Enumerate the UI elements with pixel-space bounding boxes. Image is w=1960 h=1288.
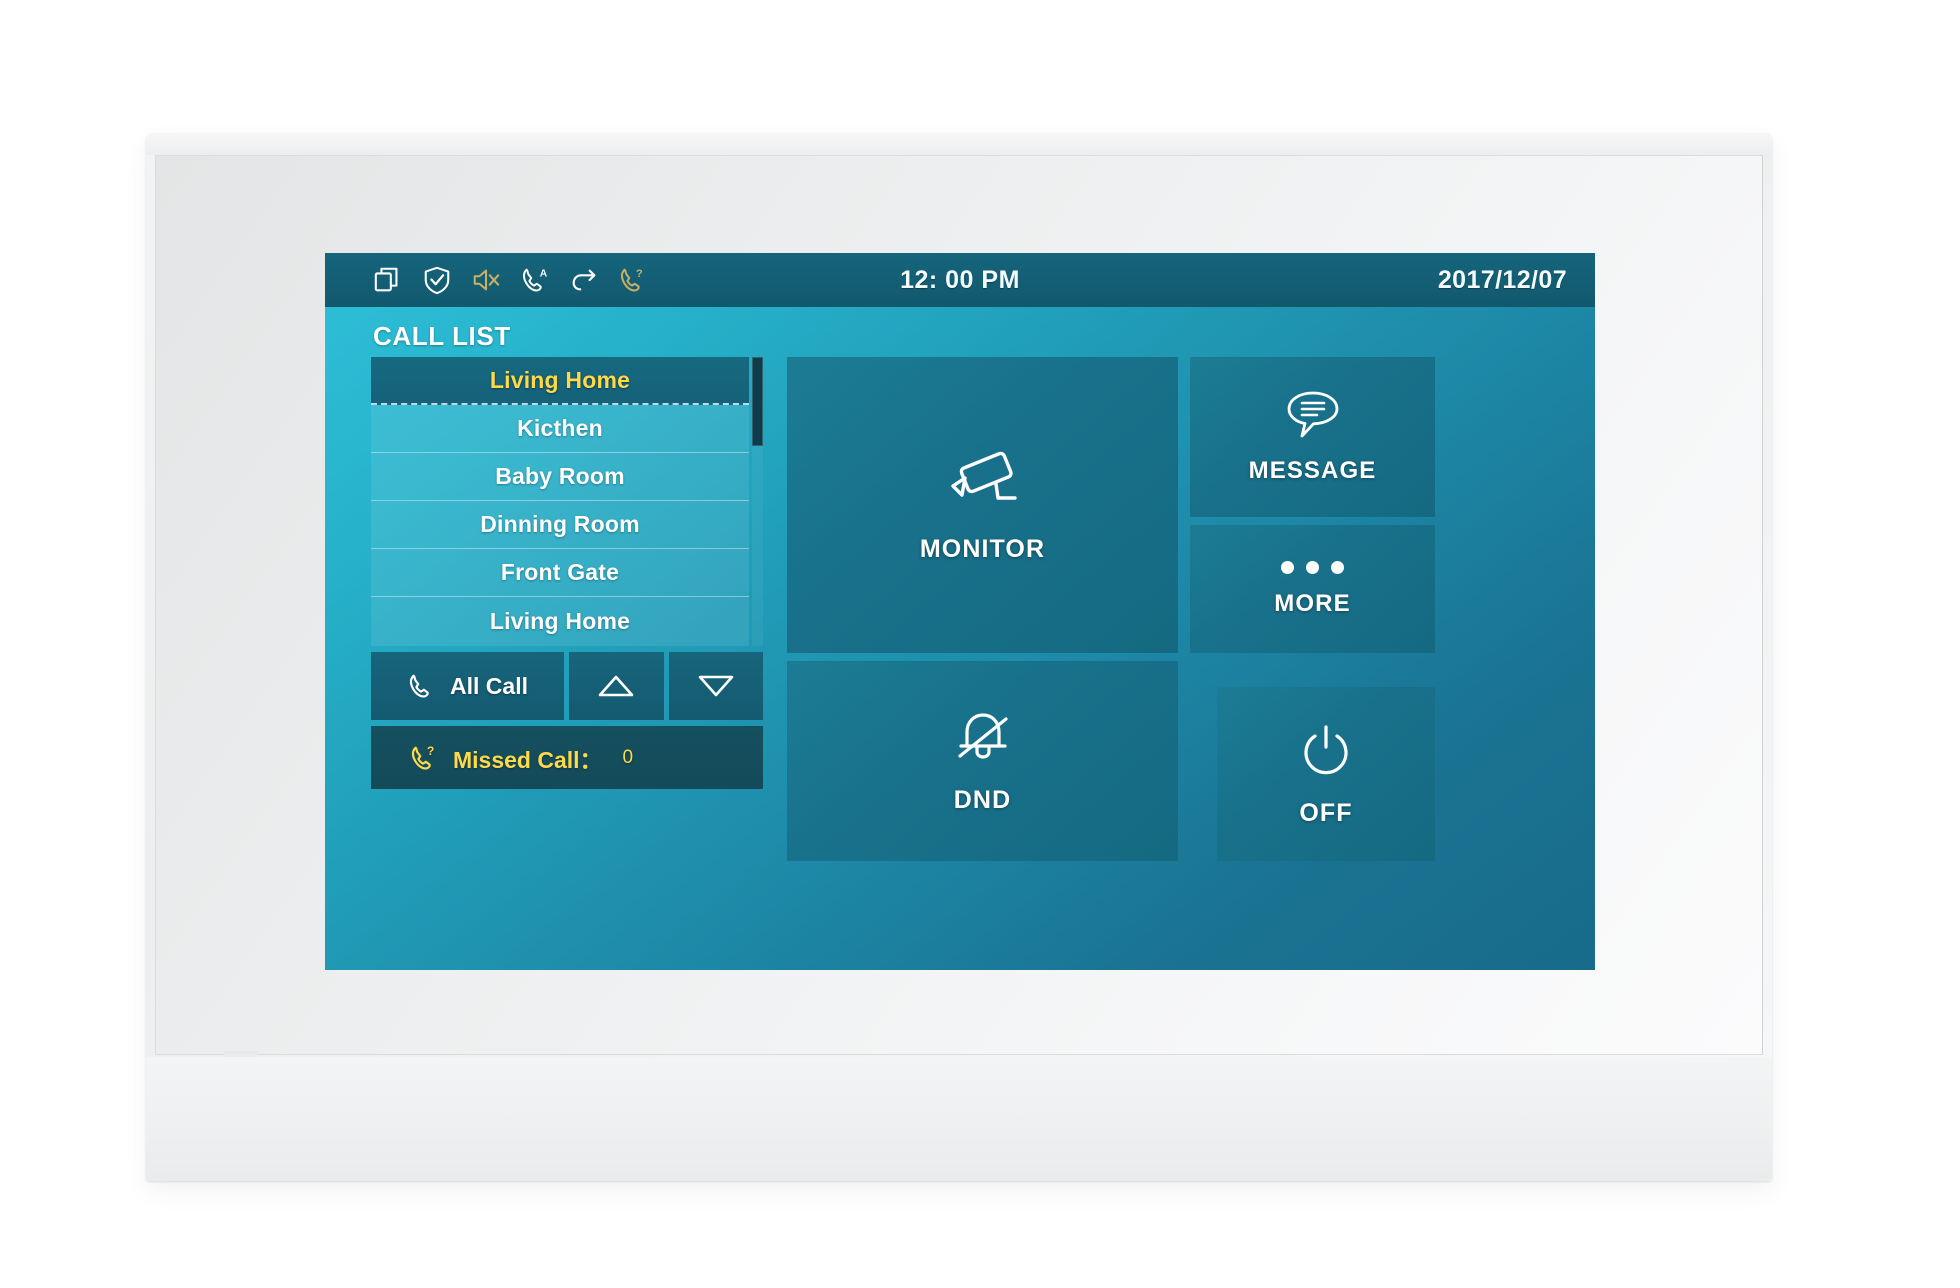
dnd-tile[interactable]: DND <box>787 661 1178 861</box>
missed-call-label: Missed Call： <box>453 746 603 773</box>
call-list-controls: All Call <box>371 652 763 720</box>
cctv-camera-icon <box>950 451 1017 500</box>
home-screen-body: CALL LIST Living Home Kicthen Baby Room … <box>325 307 1595 970</box>
list-item[interactable]: Kicthen <box>371 405 749 454</box>
speech-bubble-icon <box>1287 391 1338 438</box>
monitor-tile-label: MONITOR <box>919 534 1046 563</box>
dot <box>1331 560 1344 574</box>
more-tile[interactable]: MORE <box>1190 525 1435 653</box>
scroll-down-button[interactable] <box>668 652 763 720</box>
list-item[interactable]: Living Home <box>371 597 749 645</box>
status-time: 12: 00 PM <box>900 265 1020 294</box>
dot <box>1306 560 1319 574</box>
call-list[interactable]: Living Home Kicthen Baby Room Dinning Ro… <box>371 357 749 646</box>
all-call-label: All Call <box>450 672 528 699</box>
function-tile-grid: MONITOR MESSAGE MORE DND OFF <box>787 357 1547 954</box>
status-date: 2017/12/07 <box>1437 265 1567 294</box>
device-top-edge <box>146 133 1772 155</box>
call-list-scrollbar[interactable] <box>752 357 763 646</box>
triangle-down-icon <box>698 675 734 697</box>
touchscreen-display: A ? 12: 00 PM 2017/12/07 CALL LIST Livin… <box>325 253 1595 970</box>
call-list-heading: CALL LIST <box>373 321 511 351</box>
missed-call-count: 0 <box>622 746 634 768</box>
ellipsis-icon <box>1281 560 1344 574</box>
phone-missed-icon: ? <box>411 744 434 770</box>
list-item[interactable]: Front Gate <box>371 549 749 598</box>
call-list-scroll-area[interactable]: Living Home Kicthen Baby Room Dinning Ro… <box>371 357 763 646</box>
list-item[interactable]: Living Home <box>371 357 749 406</box>
phone-icon <box>409 674 429 698</box>
off-tile-label: OFF <box>1299 798 1353 827</box>
list-item[interactable]: Baby Room <box>371 453 749 502</box>
status-bar: A ? 12: 00 PM 2017/12/07 <box>325 253 1595 307</box>
message-tile[interactable]: MESSAGE <box>1190 357 1435 517</box>
list-item[interactable]: Dinning Room <box>371 501 749 550</box>
scroll-up-button[interactable] <box>569 652 664 720</box>
call-list-panel: Living Home Kicthen Baby Room Dinning Ro… <box>371 357 763 789</box>
device-base <box>146 1057 1772 1181</box>
off-tile[interactable]: OFF <box>1217 687 1435 861</box>
more-tile-label: MORE <box>1274 589 1351 617</box>
screenshot-root: A ? 12: 00 PM 2017/12/07 CALL LIST Livin… <box>0 0 1960 1288</box>
bell-muted-icon <box>957 712 1008 759</box>
triangle-up-icon <box>598 675 634 697</box>
power-icon <box>1304 724 1348 774</box>
svg-text:?: ? <box>427 744 434 758</box>
dot <box>1281 560 1294 574</box>
scrollbar-thumb[interactable] <box>752 357 763 446</box>
monitor-tile[interactable]: MONITOR <box>787 357 1178 653</box>
all-call-button[interactable]: All Call <box>371 652 564 720</box>
dnd-tile-label: DND <box>953 785 1012 814</box>
message-tile-label: MESSAGE <box>1248 457 1377 484</box>
missed-call-bar[interactable]: ? Missed Call： 0 <box>371 726 763 789</box>
